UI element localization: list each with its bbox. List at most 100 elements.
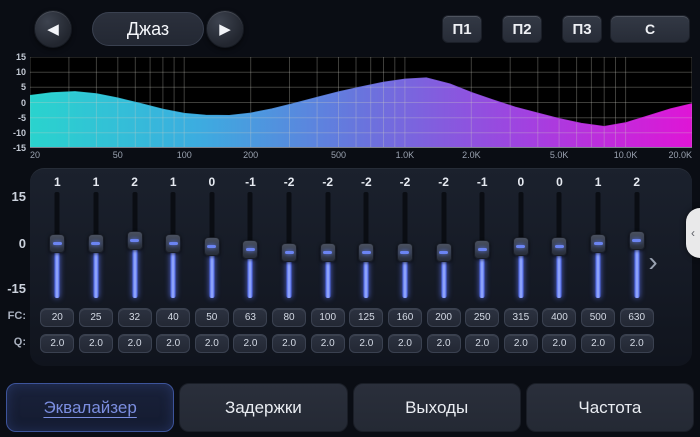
band-q-button[interactable]: 2.0 bbox=[465, 334, 499, 353]
tab-equalizer[interactable]: Эквалайзер bbox=[6, 383, 174, 432]
chevron-right-icon: › bbox=[648, 246, 657, 278]
band-slider[interactable] bbox=[277, 192, 301, 300]
band-gain-value: 0 bbox=[556, 174, 563, 192]
band-gain-value: -2 bbox=[361, 174, 372, 192]
prev-preset-button[interactable]: ◀ bbox=[34, 10, 72, 48]
band-fc-button[interactable]: 40 bbox=[156, 308, 190, 327]
band-fc-button[interactable]: 25 bbox=[79, 308, 113, 327]
preset-memory-button-1[interactable]: П1 bbox=[442, 15, 482, 43]
drawer-handle[interactable]: ‹ bbox=[686, 208, 700, 258]
slider-thumb[interactable] bbox=[88, 234, 104, 253]
band-slider[interactable] bbox=[45, 192, 69, 300]
graph-x-tick-label: 5.0K bbox=[539, 150, 579, 160]
band-fc-button[interactable]: 630 bbox=[620, 308, 654, 327]
band-q-button[interactable]: 2.0 bbox=[581, 334, 615, 353]
band-q-button[interactable]: 2.0 bbox=[272, 334, 306, 353]
slider-thumb[interactable] bbox=[127, 231, 143, 250]
band-fc-button[interactable]: 20 bbox=[40, 308, 74, 327]
band-slider[interactable] bbox=[123, 192, 147, 300]
band-gain-value: 2 bbox=[131, 174, 138, 192]
slider-fill bbox=[55, 251, 60, 298]
slider-fill bbox=[132, 248, 137, 298]
band-fc-button[interactable]: 125 bbox=[349, 308, 383, 327]
slider-thumb[interactable] bbox=[474, 240, 490, 259]
band-fc-button[interactable]: 50 bbox=[195, 308, 229, 327]
band-fc-button[interactable]: 80 bbox=[272, 308, 306, 327]
band-q-button[interactable]: 2.0 bbox=[195, 334, 229, 353]
band-gain-value: 0 bbox=[517, 174, 524, 192]
slider-thumb[interactable] bbox=[165, 234, 181, 253]
eq-curve-chart bbox=[30, 57, 692, 148]
band-fc-button[interactable]: 315 bbox=[504, 308, 538, 327]
reset-button[interactable]: С bbox=[610, 15, 690, 43]
band-q-button[interactable]: 2.0 bbox=[233, 334, 267, 353]
slider-thumb[interactable] bbox=[551, 237, 567, 256]
slider-thumb[interactable] bbox=[358, 243, 374, 262]
band-slider[interactable] bbox=[470, 192, 494, 300]
band-q-button[interactable]: 2.0 bbox=[40, 334, 74, 353]
band-q-button[interactable]: 2.0 bbox=[504, 334, 538, 353]
band-slider[interactable] bbox=[547, 192, 571, 300]
band-fc-button[interactable]: 400 bbox=[542, 308, 576, 327]
band-slider[interactable] bbox=[354, 192, 378, 300]
band-slider[interactable] bbox=[200, 192, 224, 300]
slider-thumb[interactable] bbox=[590, 234, 606, 253]
band-fc-button[interactable]: 250 bbox=[465, 308, 499, 327]
band-slider[interactable] bbox=[84, 192, 108, 300]
slider-fill bbox=[93, 251, 98, 298]
slider-thumb[interactable] bbox=[513, 237, 529, 256]
band-q-button[interactable]: 2.0 bbox=[156, 334, 190, 353]
band-q-button[interactable]: 2.0 bbox=[118, 334, 152, 353]
preset-memory-button-2[interactable]: П2 bbox=[502, 15, 542, 43]
band-q-button[interactable]: 2.0 bbox=[311, 334, 345, 353]
band-q-button[interactable]: 2.0 bbox=[79, 334, 113, 353]
band-gain-value: -2 bbox=[438, 174, 449, 192]
graph-x-tick-label: 2.0K bbox=[451, 150, 491, 160]
band-column: -21002.0 bbox=[308, 168, 347, 366]
band-slider[interactable] bbox=[238, 192, 262, 300]
band-q-button[interactable]: 2.0 bbox=[388, 334, 422, 353]
band-fc-button[interactable]: 160 bbox=[388, 308, 422, 327]
band-column: 2 32 2.0 bbox=[115, 168, 154, 366]
slider-thumb[interactable] bbox=[320, 243, 336, 262]
band-gain-value: -2 bbox=[284, 174, 295, 192]
band-fc-button[interactable]: 32 bbox=[118, 308, 152, 327]
band-column: -21602.0 bbox=[386, 168, 425, 366]
slider-fill bbox=[596, 251, 601, 298]
bands-panel: 1202.01252.02322.01402.00502.0-1632.0-28… bbox=[30, 168, 692, 366]
band-fc-button[interactable]: 200 bbox=[427, 308, 461, 327]
band-slider[interactable] bbox=[509, 192, 533, 300]
slider-thumb[interactable] bbox=[204, 237, 220, 256]
next-preset-button[interactable]: ▶ bbox=[206, 10, 244, 48]
gain-scale-label-zero: 0 bbox=[0, 236, 26, 251]
band-slider[interactable] bbox=[586, 192, 610, 300]
graph-y-tick-label: -5 bbox=[0, 113, 26, 123]
band-slider[interactable] bbox=[161, 192, 185, 300]
slider-thumb[interactable] bbox=[49, 234, 65, 253]
slider-fill bbox=[402, 260, 407, 298]
band-gain-value: 2 bbox=[633, 174, 640, 192]
preset-selector[interactable]: Джаз bbox=[92, 12, 204, 46]
band-q-button[interactable]: 2.0 bbox=[427, 334, 461, 353]
band-q-button[interactable]: 2.0 bbox=[542, 334, 576, 353]
slider-fill bbox=[557, 254, 562, 298]
tab-outputs[interactable]: Выходы bbox=[353, 383, 521, 432]
arrow-right-icon: ▶ bbox=[219, 20, 231, 38]
slider-thumb[interactable] bbox=[281, 243, 297, 262]
slider-thumb[interactable] bbox=[436, 243, 452, 262]
band-slider[interactable] bbox=[393, 192, 417, 300]
next-bands-button[interactable]: › bbox=[638, 244, 668, 280]
band-q-button[interactable]: 2.0 bbox=[620, 334, 654, 353]
tab-delays[interactable]: Задержки bbox=[179, 383, 347, 432]
slider-thumb[interactable] bbox=[242, 240, 258, 259]
band-fc-button[interactable]: 63 bbox=[233, 308, 267, 327]
band-column: 15002.0 bbox=[579, 168, 618, 366]
slider-thumb[interactable] bbox=[397, 243, 413, 262]
preset-memory-button-3[interactable]: П3 bbox=[562, 15, 602, 43]
tab-frequency[interactable]: Частота bbox=[526, 383, 694, 432]
band-fc-button[interactable]: 100 bbox=[311, 308, 345, 327]
band-q-button[interactable]: 2.0 bbox=[349, 334, 383, 353]
band-slider[interactable] bbox=[432, 192, 456, 300]
band-slider[interactable] bbox=[316, 192, 340, 300]
band-fc-button[interactable]: 500 bbox=[581, 308, 615, 327]
